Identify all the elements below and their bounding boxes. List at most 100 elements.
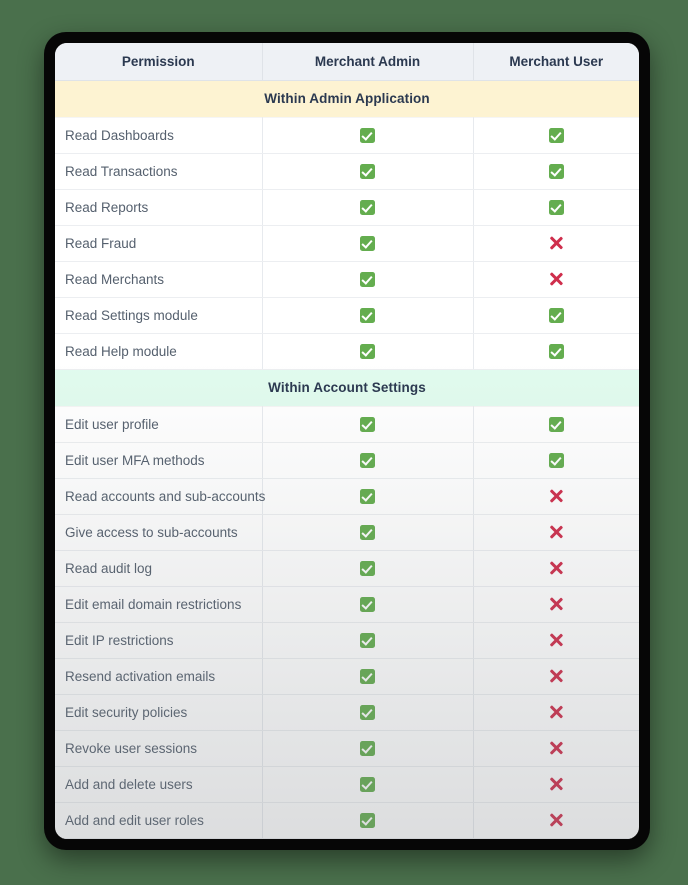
merchant-admin-cell xyxy=(262,261,474,298)
merchant-admin-cell xyxy=(262,514,474,551)
table-body: Within Admin Application Read Dashboards R… xyxy=(55,80,639,839)
table-row: Add and edit user roles xyxy=(55,802,639,839)
section-title: Within Admin Application xyxy=(55,80,639,118)
check-green-icon xyxy=(360,560,375,576)
permission-label: Read Merchants xyxy=(55,261,263,298)
merchant-admin-cell xyxy=(262,802,474,839)
permission-label: Edit email domain restrictions xyxy=(55,586,263,623)
permission-label: Edit security policies xyxy=(55,694,263,731)
check-green-icon xyxy=(548,452,564,468)
check-green-icon xyxy=(360,452,375,468)
check-green-icon xyxy=(360,632,375,648)
merchant-user-cell xyxy=(473,802,639,839)
merchant-admin-cell xyxy=(262,730,474,767)
check-green-icon xyxy=(548,416,564,432)
section-header-row: Within Admin Application xyxy=(55,80,639,118)
table-row: Add and delete users xyxy=(55,766,639,803)
merchant-user-cell xyxy=(473,333,639,370)
column-header-merchant-admin: Merchant Admin xyxy=(262,43,474,81)
permission-label: Read Dashboards xyxy=(55,117,263,154)
device-frame: Permission Merchant Admin Merchant User … xyxy=(44,32,650,850)
check-green-icon xyxy=(548,307,564,323)
table-row: Read accounts and sub-accounts xyxy=(55,478,639,515)
cross-red-icon xyxy=(548,740,564,756)
merchant-admin-cell xyxy=(262,766,474,803)
check-green-icon xyxy=(360,416,375,432)
table-row: Revoke user sessions xyxy=(55,730,639,767)
table-row: Edit user MFA methods xyxy=(55,442,639,479)
permission-label: Edit user profile xyxy=(55,406,263,443)
cross-red-icon xyxy=(548,668,564,684)
merchant-user-cell xyxy=(473,261,639,298)
cross-red-icon xyxy=(548,560,564,576)
table-row: Edit user profile xyxy=(55,406,639,443)
merchant-user-cell xyxy=(473,478,639,515)
check-green-icon xyxy=(360,163,375,179)
merchant-user-cell xyxy=(473,766,639,803)
merchant-admin-cell xyxy=(262,333,474,370)
permission-label: Give access to sub-accounts xyxy=(55,514,263,551)
cross-red-icon xyxy=(548,776,564,792)
merchant-admin-cell xyxy=(262,694,474,731)
check-green-icon xyxy=(360,596,375,612)
check-green-icon xyxy=(360,199,375,215)
permission-label: Add and delete users xyxy=(55,766,263,803)
merchant-admin-cell xyxy=(262,658,474,695)
check-green-icon xyxy=(360,343,375,359)
merchant-user-cell xyxy=(473,406,639,443)
table-row: Read Dashboards xyxy=(55,117,639,154)
permission-label: Read audit log xyxy=(55,550,263,587)
merchant-admin-cell xyxy=(262,117,474,154)
merchant-user-cell xyxy=(473,694,639,731)
table-row: Read Merchants xyxy=(55,261,639,298)
permission-label: Read Help module xyxy=(55,333,263,370)
cross-red-icon xyxy=(548,524,564,540)
table-row: Resend activation emails xyxy=(55,658,639,695)
cross-red-icon xyxy=(548,596,564,612)
column-header-permission: Permission xyxy=(55,43,263,81)
cross-red-icon xyxy=(548,812,564,828)
check-green-icon xyxy=(360,307,375,323)
merchant-admin-cell xyxy=(262,406,474,443)
merchant-user-cell xyxy=(473,550,639,587)
header-row: Permission Merchant Admin Merchant User xyxy=(55,43,639,81)
cross-red-icon xyxy=(548,235,564,251)
section-title: Within Account Settings xyxy=(55,369,639,407)
check-green-icon xyxy=(360,740,375,756)
check-green-icon xyxy=(360,776,375,792)
merchant-user-cell xyxy=(473,117,639,154)
check-green-icon xyxy=(360,704,375,720)
merchant-admin-cell xyxy=(262,550,474,587)
permission-label: Edit user MFA methods xyxy=(55,442,263,479)
table-row: Give access to sub-accounts xyxy=(55,514,639,551)
merchant-user-cell xyxy=(473,153,639,190)
merchant-user-cell xyxy=(473,225,639,262)
merchant-admin-cell xyxy=(262,297,474,334)
merchant-user-cell xyxy=(473,622,639,659)
check-green-icon xyxy=(360,235,375,251)
merchant-admin-cell xyxy=(262,153,474,190)
merchant-user-cell xyxy=(473,658,639,695)
permissions-sheet: Permission Merchant Admin Merchant User … xyxy=(55,43,639,839)
table-row: Edit email domain restrictions xyxy=(55,586,639,623)
section-header-row: Within Account Settings xyxy=(55,369,639,407)
merchant-user-cell xyxy=(473,442,639,479)
permission-label: Read Settings module xyxy=(55,297,263,334)
merchant-admin-cell xyxy=(262,442,474,479)
column-header-merchant-user: Merchant User xyxy=(473,43,639,81)
permission-label: Read Reports xyxy=(55,189,263,226)
cross-red-icon xyxy=(548,488,564,504)
table-row: Read Fraud xyxy=(55,225,639,262)
permissions-matrix-table: Permission Merchant Admin Merchant User … xyxy=(55,43,639,839)
check-green-icon xyxy=(360,524,375,540)
check-green-icon xyxy=(548,343,564,359)
check-green-icon xyxy=(548,163,564,179)
permission-label: Resend activation emails xyxy=(55,658,263,695)
table-header: Permission Merchant Admin Merchant User xyxy=(55,43,639,81)
check-green-icon xyxy=(360,127,375,143)
table-row: Read Reports xyxy=(55,189,639,226)
merchant-admin-cell xyxy=(262,225,474,262)
check-green-icon xyxy=(360,812,375,828)
merchant-user-cell xyxy=(473,297,639,334)
check-green-icon xyxy=(360,271,375,287)
